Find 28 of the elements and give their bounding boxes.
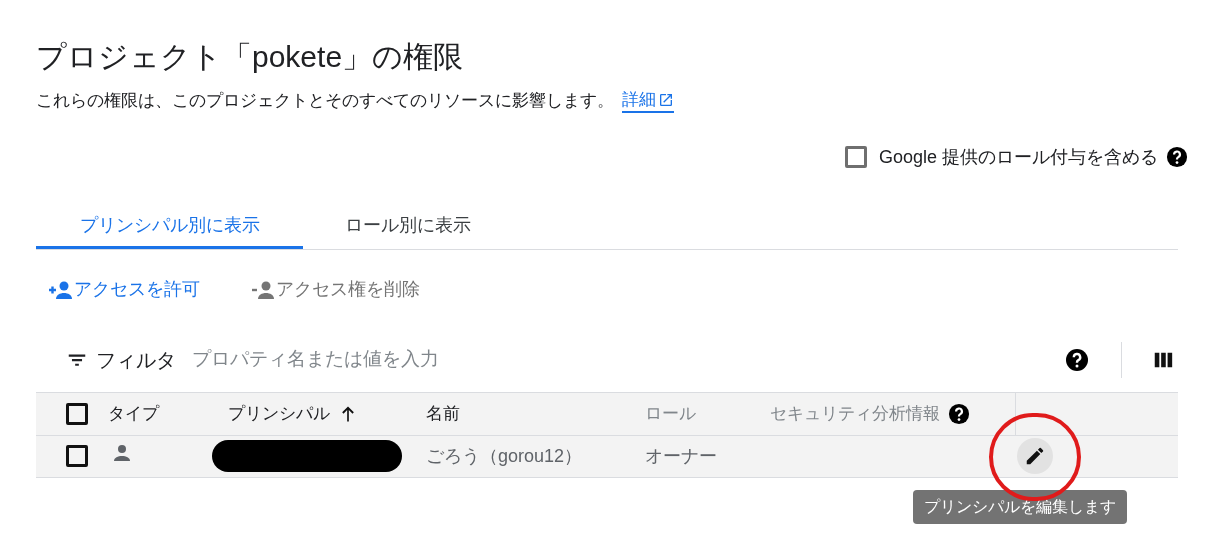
help-icon[interactable]: [948, 402, 970, 425]
column-header[interactable]: 名前: [426, 400, 460, 427]
filter-input[interactable]: プロパティ名または値を入力: [192, 345, 1065, 374]
table-cell: オーナー: [645, 445, 717, 466]
details-link[interactable]: 詳細: [622, 88, 674, 113]
tab[interactable]: プリンシパル別に表示: [36, 204, 303, 249]
tab[interactable]: ロール別に表示: [303, 204, 513, 249]
help-icon[interactable]: [1166, 146, 1188, 168]
description: これらの権限は、このプロジェクトとそのすべてのリソースに影響します。: [36, 90, 614, 112]
help-icon[interactable]: [1065, 347, 1089, 372]
checkbox[interactable]: [66, 402, 88, 425]
add-person-icon: [48, 279, 74, 300]
remove-person-icon: [250, 279, 276, 300]
edit-icon: [1024, 445, 1046, 467]
edit-button[interactable]: [1017, 438, 1053, 474]
checkbox[interactable]: [844, 146, 867, 168]
column-header[interactable]: プリンシパル: [228, 400, 330, 427]
column-header: セキュリティ分析情報: [770, 402, 940, 425]
checkbox-label: Google 提供のロール付与を含める: [878, 145, 1158, 169]
tooltip: プリンシパルを編集します: [913, 490, 1127, 524]
grant-access-button[interactable]: アクセスを許可: [48, 273, 200, 306]
table-cell: ごろう（gorou12）: [426, 445, 583, 466]
filter-button[interactable]: フィルタ: [66, 344, 176, 375]
page-title: プロジェクト「pokete」の権限: [36, 39, 465, 75]
external-link-icon: [658, 91, 674, 108]
column-header: ロール: [645, 402, 696, 425]
column-header[interactable]: タイプ: [108, 400, 159, 427]
checkbox[interactable]: [66, 445, 88, 467]
